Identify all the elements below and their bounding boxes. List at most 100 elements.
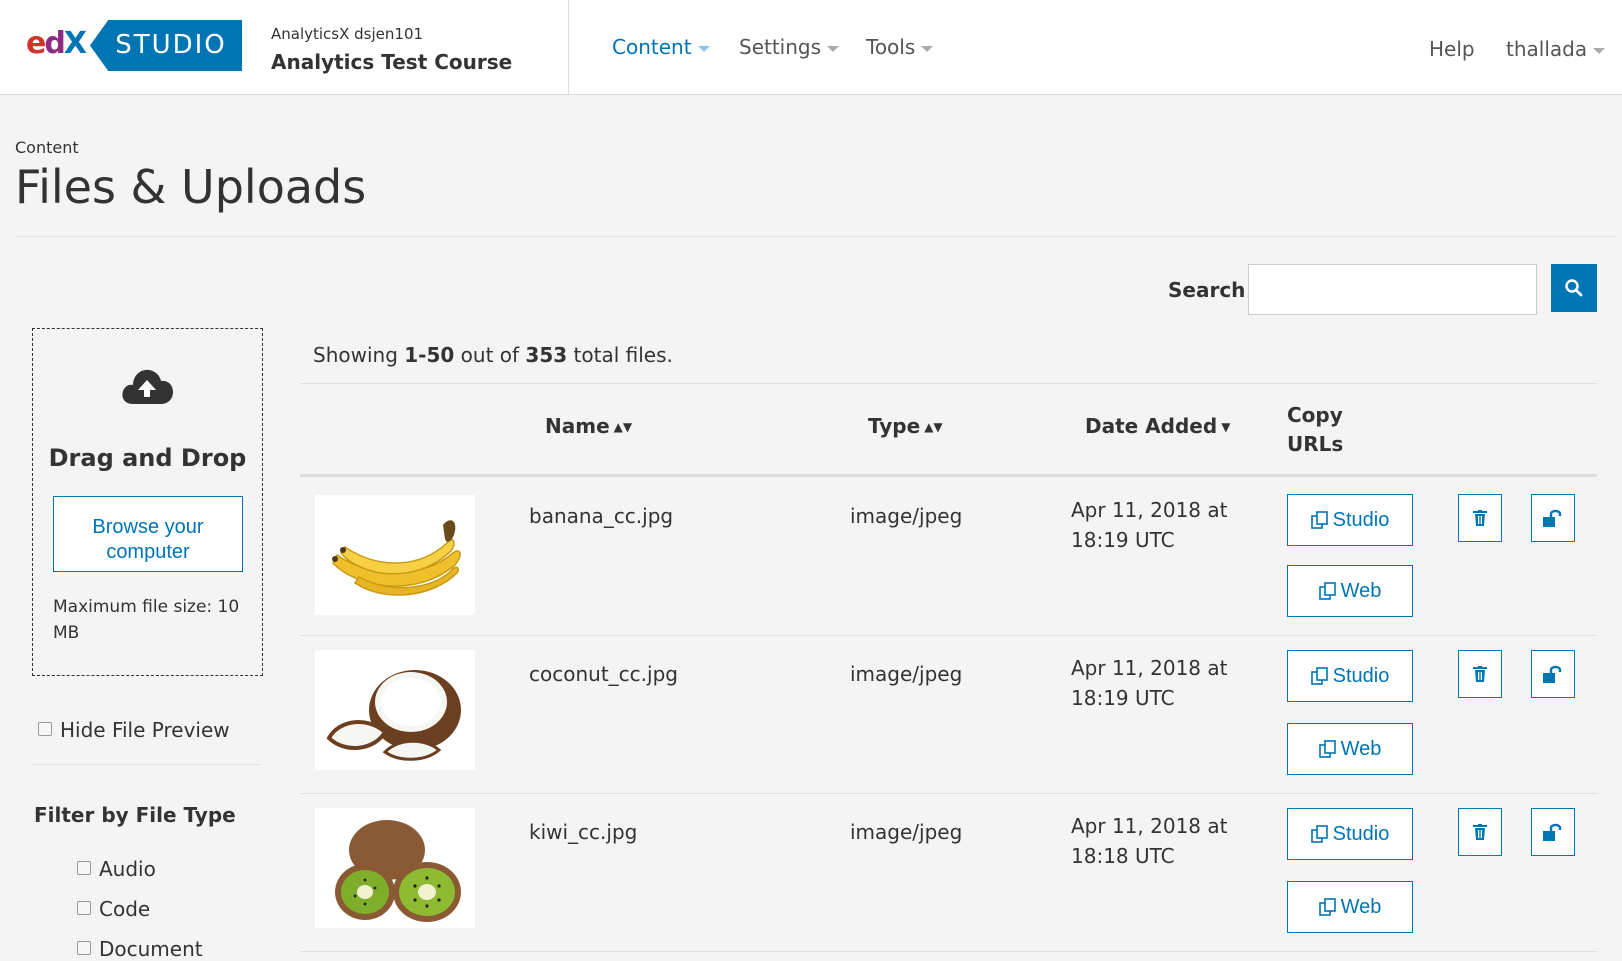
copy-studio-label: Studio [1332, 664, 1390, 687]
file-thumbnail-banana[interactable] [315, 495, 475, 615]
summary-total: 353 [525, 343, 568, 367]
page-title: Files & Uploads [15, 160, 367, 214]
dropzone-title: Drag and Drop [48, 444, 247, 472]
file-name[interactable]: coconut_cc.jpg [529, 662, 678, 686]
copy-studio-label: Studio [1332, 508, 1390, 531]
copy-web-label: Web [1340, 579, 1382, 602]
trash-icon [1473, 666, 1487, 682]
filter-audio-checkbox[interactable] [77, 861, 91, 875]
filter-document[interactable]: Document [77, 937, 203, 961]
studio-tag[interactable]: STUDIO [90, 20, 242, 71]
hide-file-preview[interactable]: Hide File Preview [38, 718, 230, 742]
nav-settings-label: Settings [739, 35, 822, 59]
table-row: kiwi_cc.jpg image/jpeg Apr 11, 2018 at 1… [300, 793, 1597, 952]
filter-code-checkbox[interactable] [77, 901, 91, 915]
column-header-type[interactable]: Type ▲▼ [868, 414, 943, 438]
sort-icon: ▲▼ [613, 420, 633, 434]
search-label: Search [1168, 278, 1246, 302]
column-header-date-added[interactable]: Date Added ▼ [1085, 414, 1230, 438]
edx-logo[interactable]: edX [26, 26, 87, 62]
copy-web-url-button[interactable]: Web [1287, 723, 1413, 775]
nav-settings[interactable]: Settings [739, 35, 840, 59]
type-header-label: Type [868, 414, 921, 438]
copy-icon [1318, 582, 1336, 600]
copy-studio-label: Studio [1332, 822, 1390, 845]
copy-icon [1310, 667, 1328, 685]
lock-toggle-button[interactable] [1531, 494, 1575, 542]
copy-icon [1310, 511, 1328, 529]
sidebar-divider [32, 764, 261, 765]
user-name: thallada [1506, 37, 1588, 61]
table-top-divider [300, 383, 1597, 384]
upload-dropzone[interactable]: Drag and Drop Browse your computer Maxim… [32, 328, 263, 676]
header-divider [568, 0, 569, 94]
hide-preview-checkbox[interactable] [38, 722, 52, 736]
filter-title: Filter by File Type [34, 803, 236, 827]
file-thumbnail-kiwi[interactable] [315, 808, 475, 928]
trash-icon [1473, 824, 1487, 840]
table-row: banana_cc.jpg image/jpeg Apr 11, 2018 at… [300, 477, 1597, 636]
nav-content[interactable]: Content [612, 35, 710, 59]
name-header-label: Name [545, 414, 610, 438]
help-link[interactable]: Help [1429, 37, 1475, 61]
cloud-upload-icon [122, 369, 173, 404]
search-icon [1565, 279, 1583, 297]
file-type: image/jpeg [850, 662, 963, 686]
summary-middle: out of [454, 343, 526, 367]
file-name[interactable]: kiwi_cc.jpg [529, 820, 637, 844]
copy-web-label: Web [1340, 895, 1382, 918]
filter-audio[interactable]: Audio [77, 857, 156, 881]
lock-toggle-button[interactable] [1531, 650, 1575, 698]
filter-audio-label: Audio [99, 857, 156, 881]
filter-document-checkbox[interactable] [77, 941, 91, 955]
column-header-copy-urls: Copy URLs [1287, 403, 1344, 456]
date-header-label: Date Added [1085, 414, 1218, 438]
delete-file-button[interactable] [1458, 808, 1502, 856]
copy-icon [1318, 898, 1336, 916]
coconut-image [326, 670, 461, 761]
nav-content-label: Content [612, 35, 692, 59]
file-name[interactable]: banana_cc.jpg [529, 504, 673, 528]
max-file-size: Maximum file size: 10 MB [53, 597, 240, 643]
lock-toggle-button[interactable] [1531, 808, 1575, 856]
filter-document-label: Document [99, 937, 203, 961]
delete-file-button[interactable] [1458, 650, 1502, 698]
unlock-icon [1543, 665, 1562, 683]
file-type: image/jpeg [850, 504, 963, 528]
results-summary: Showing 1-50 out of 353 total files. [313, 343, 673, 367]
copy-studio-url-button[interactable]: Studio [1287, 650, 1413, 702]
search-input[interactable] [1248, 264, 1537, 315]
table-row: coconut_cc.jpg image/jpeg Apr 11, 2018 a… [300, 635, 1597, 794]
user-menu[interactable]: thallada [1506, 37, 1606, 61]
copy-studio-url-button[interactable]: Studio [1287, 494, 1413, 546]
course-org: AnalyticsX dsjen101 [271, 25, 424, 43]
chevron-down-icon [1593, 47, 1606, 54]
unlock-icon [1543, 509, 1562, 527]
filter-code[interactable]: Code [77, 897, 150, 921]
copy-web-url-button[interactable]: Web [1287, 881, 1413, 933]
file-date: Apr 11, 2018 at 18:18 UTC [1071, 814, 1228, 868]
delete-file-button[interactable] [1458, 494, 1502, 542]
file-thumbnail-coconut[interactable] [315, 650, 475, 770]
unlock-icon [1543, 823, 1562, 841]
copy-web-label: Web [1340, 737, 1382, 760]
column-header-name[interactable]: Name ▲▼ [545, 414, 632, 438]
trash-icon [1473, 510, 1487, 526]
course-title[interactable]: Analytics Test Course [271, 50, 512, 74]
title-divider [15, 236, 1615, 237]
copy-studio-url-button[interactable]: Studio [1287, 808, 1413, 860]
banana-image [332, 520, 461, 596]
chevron-down-icon [827, 45, 840, 52]
hide-preview-label: Hide File Preview [60, 718, 230, 742]
summary-prefix: Showing [313, 343, 405, 367]
search-button[interactable] [1551, 264, 1597, 312]
file-date: Apr 11, 2018 at 18:19 UTC [1071, 498, 1228, 552]
breadcrumb: Content [15, 138, 79, 157]
summary-range: 1-50 [404, 343, 455, 367]
sort-icon: ▲▼ [924, 420, 943, 434]
file-type: image/jpeg [850, 820, 963, 844]
copy-web-url-button[interactable]: Web [1287, 565, 1413, 617]
browse-computer-button[interactable]: Browse your computer [53, 496, 243, 572]
top-bar: edX STUDIO AnalyticsX dsjen101 Analytics… [0, 0, 1622, 95]
nav-tools[interactable]: Tools [866, 35, 934, 59]
